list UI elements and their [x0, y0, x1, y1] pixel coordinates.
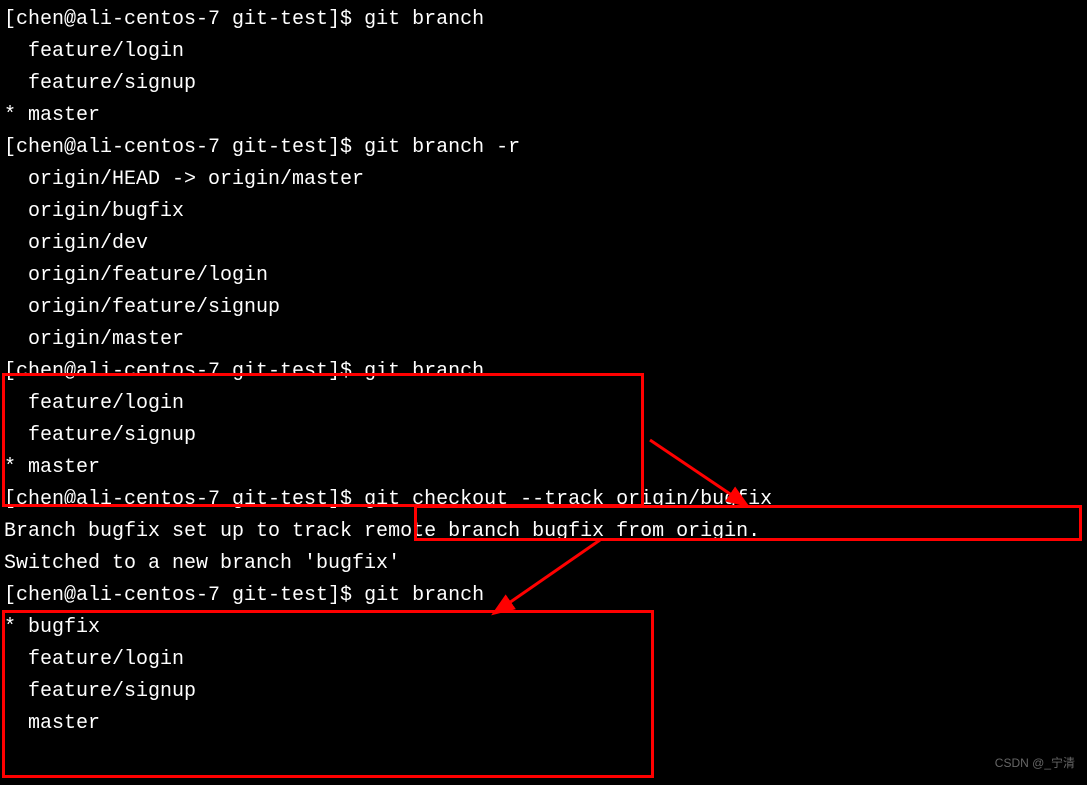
watermark: CSDN @_宁清: [995, 754, 1075, 773]
shell-prompt: [chen@ali-centos-7 git-test]$: [4, 8, 364, 31]
output-line: * master: [4, 100, 1087, 132]
output-line: origin/bugfix: [4, 196, 1087, 228]
output-line: origin/HEAD -> origin/master: [4, 164, 1087, 196]
command-text: git branch -r: [364, 136, 520, 159]
output-line: feature/login: [4, 36, 1087, 68]
output-line: origin/feature/signup: [4, 292, 1087, 324]
shell-prompt: [chen@ali-centos-7 git-test]$: [4, 584, 364, 607]
highlight-box: [414, 505, 1082, 541]
command-text: git branch: [364, 584, 484, 607]
shell-prompt: [chen@ali-centos-7 git-test]$: [4, 136, 364, 159]
output-line: origin/dev: [4, 228, 1087, 260]
prompt-line: [chen@ali-centos-7 git-test]$ git branch…: [4, 132, 1087, 164]
prompt-line: [chen@ali-centos-7 git-test]$ git branch: [4, 580, 1087, 612]
command-text: git branch: [364, 8, 484, 31]
output-line: Switched to a new branch 'bugfix': [4, 548, 1087, 580]
output-line: origin/feature/login: [4, 260, 1087, 292]
highlight-box: [2, 373, 644, 507]
prompt-line: [chen@ali-centos-7 git-test]$ git branch: [4, 4, 1087, 36]
highlight-box: [2, 610, 654, 778]
output-line: feature/signup: [4, 68, 1087, 100]
output-line: origin/master: [4, 324, 1087, 356]
